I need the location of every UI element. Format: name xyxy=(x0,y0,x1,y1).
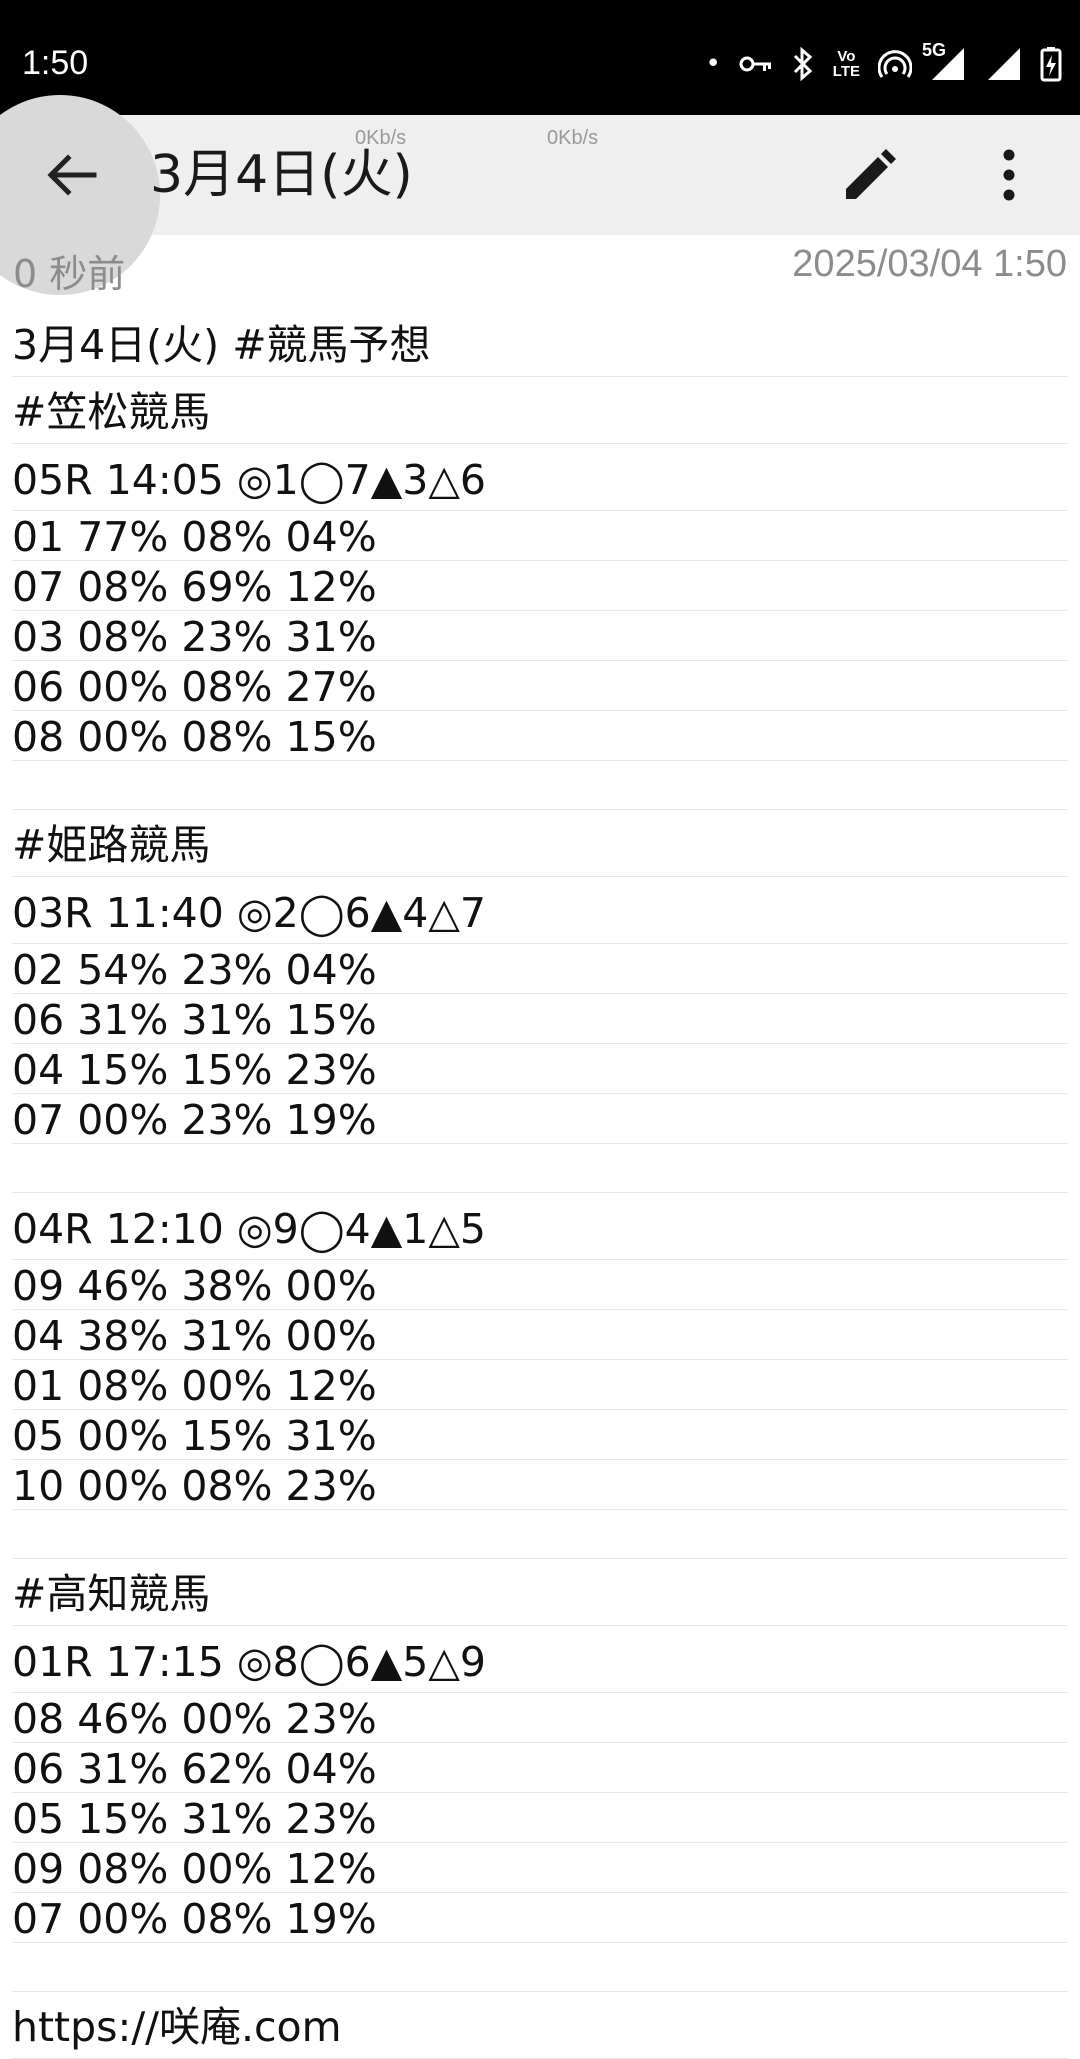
note-line: 07 00% 08% 19% xyxy=(12,1893,1068,1943)
relative-time: 0 秒前 xyxy=(13,252,126,296)
status-icons: • Vo LTE 5G xyxy=(705,40,1062,84)
more-vert-icon[interactable] xyxy=(985,145,1033,205)
note-line: 10 00% 08% 23% xyxy=(12,1460,1068,1510)
note-link[interactable]: https://咲庵.com xyxy=(12,1992,1068,2059)
note-line: 04 15% 15% 23% xyxy=(12,1044,1068,1094)
note-line xyxy=(12,1144,1068,1193)
note-line: #高知競馬 xyxy=(12,1559,1068,1626)
note-line: 04 38% 31% 00% xyxy=(12,1310,1068,1360)
note-line: 08 46% 00% 23% xyxy=(12,1693,1068,1743)
note-body[interactable]: 3月4日(火) #競馬予想 #笠松競馬 05R 14:05 ◎1◯7▲3△6 0… xyxy=(0,310,1080,2059)
battery-charging-icon xyxy=(1040,47,1062,82)
page-title: 3月4日(火) xyxy=(150,145,413,205)
status-time: 1:50 xyxy=(22,44,89,82)
edit-pencil-icon[interactable] xyxy=(840,145,900,205)
note-line: 03R 11:40 ◎2◯6▲4△7 xyxy=(12,877,1068,944)
note-line: 05R 14:05 ◎1◯7▲3△6 xyxy=(12,444,1068,511)
netspeed-indicator: 0Kb/s xyxy=(547,127,599,149)
note-line: #笠松競馬 xyxy=(12,377,1068,444)
note-line: 09 46% 38% 00% xyxy=(12,1260,1068,1310)
note-line xyxy=(12,761,1068,810)
note-line: #姫路競馬 xyxy=(12,810,1068,877)
status-bar: 1:50 • Vo LTE 5G xyxy=(0,0,1080,115)
signal-5g-icon: 5G xyxy=(922,40,968,82)
note-line: 05 00% 15% 31% xyxy=(12,1410,1068,1460)
note-meta: 0 秒前 2025/03/04 1:50 xyxy=(0,235,1080,296)
signal-icon xyxy=(988,48,1020,80)
note-line: 02 54% 23% 04% xyxy=(12,944,1068,994)
volte-icon: Vo LTE xyxy=(832,48,860,80)
note-line xyxy=(12,1943,1068,1992)
note-line: 05 15% 31% 23% xyxy=(12,1793,1068,1843)
note-line: 3月4日(火) #競馬予想 xyxy=(12,310,1068,377)
note-line: 04R 12:10 ◎9◯4▲1△5 xyxy=(12,1193,1068,1260)
note-line: 07 00% 23% 19% xyxy=(12,1094,1068,1144)
note-line: 09 08% 00% 12% xyxy=(12,1843,1068,1893)
hotspot-icon xyxy=(878,50,912,78)
netspeed-indicator: 0Kb/s xyxy=(355,127,407,149)
bluetooth-icon xyxy=(793,47,812,81)
note-line: 01R 17:15 ◎8◯6▲5△9 xyxy=(12,1626,1068,1693)
timestamp: 2025/03/04 1:50 xyxy=(792,243,1067,285)
note-line: 07 08% 69% 12% xyxy=(12,561,1068,611)
app-bar: 3月4日(火) 0Kb/s 0Kb/s xyxy=(0,95,1080,295)
arrow-back-icon[interactable] xyxy=(44,148,98,202)
note-line: 03 08% 23% 31% xyxy=(12,611,1068,661)
note-line: 06 31% 31% 15% xyxy=(12,994,1068,1044)
note-line: 01 08% 00% 12% xyxy=(12,1360,1068,1410)
note-line: 01 77% 08% 04% xyxy=(12,511,1068,561)
note-line: 06 31% 62% 04% xyxy=(12,1743,1068,1793)
note-line xyxy=(12,1510,1068,1559)
note-line: 08 00% 08% 15% xyxy=(12,711,1068,761)
note-line: 06 00% 08% 27% xyxy=(12,661,1068,711)
notification-dot: • xyxy=(705,49,721,79)
vpn-key-icon xyxy=(739,56,771,72)
